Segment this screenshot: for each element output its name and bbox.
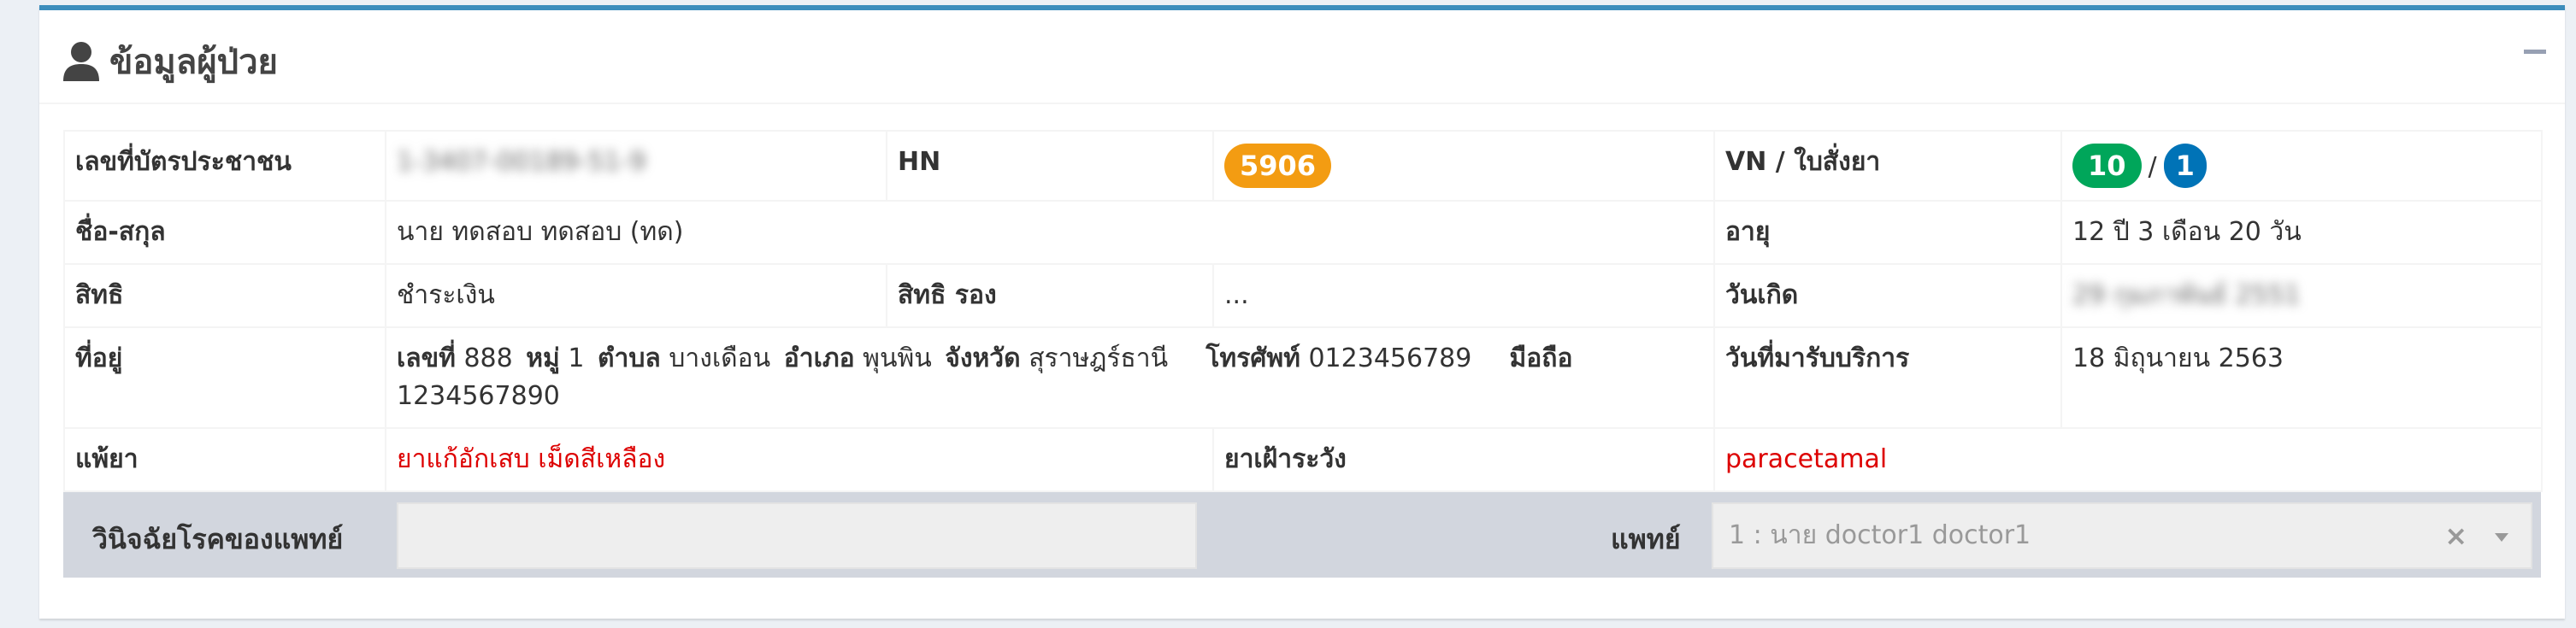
minus-icon[interactable] [2524, 50, 2546, 54]
diagnosis-label: วินิจฉัยโรคของแพทย์ [92, 523, 344, 555]
tambon: บางเดือน [669, 343, 771, 373]
table-row: เลขที่บัตรประชาชน 1-3407-00189-51-9 HN 5… [63, 130, 2543, 202]
allergy-label: แพ้ยา [63, 427, 386, 492]
diagnosis-row: วินิจฉัยโรคของแพทย์ แพทย์ 1 : นาย doctor… [63, 492, 2541, 578]
service-date-label: วันที่มารับบริการ [1713, 326, 2062, 429]
patient-info-table: เลขที่บัตรประชาชน 1-3407-00189-51-9 HN 5… [63, 130, 2543, 492]
doctor-select[interactable]: 1 : นาย doctor1 doctor1 × [1712, 502, 2532, 569]
birthdate-text: 29 กุมภาพันธ์ 2551 [2072, 280, 2301, 310]
table-row: สิทธิ ชำระเงิน สิทธิ รอง ... วันเกิด 29 … [63, 263, 2543, 328]
caution-drug-label: ยาเฝ้าระวัง [1212, 427, 1715, 492]
user-icon [63, 42, 99, 81]
phone-label: โทรศัพท์ [1205, 343, 1300, 373]
address-label: ที่อยู่ [63, 326, 386, 429]
amphoe: พุนพิน [863, 343, 932, 373]
table-row: แพ้ยา ยาแก้อักเสบ เม็ดสีเหลือง ยาเฝ้าระว… [63, 427, 2543, 492]
province-label: จังหวัด [945, 343, 1021, 373]
name-value: นาย ทดสอบ ทดสอบ (ทด) [385, 200, 1715, 265]
vn-separator: / [2148, 152, 2157, 182]
panel-title-text: ข้อมูลผู้ป่วย [109, 43, 278, 82]
secondary-right-label: สิทธิ รอง [886, 263, 1214, 328]
chevron-down-icon[interactable] [2495, 533, 2508, 542]
clear-icon[interactable]: × [2444, 504, 2467, 567]
secondary-right-value: ... [1212, 263, 1715, 328]
right-label: สิทธิ [63, 263, 386, 328]
province: สุราษฎร์ธานี [1029, 343, 1169, 373]
caution-drug-value: paracetamal [1713, 427, 2543, 492]
patient-info-panel: ข้อมูลผู้ป่วย เลขที่บัตรประชาชน 1-3407-0… [39, 5, 2565, 619]
house-no: 888 [463, 343, 513, 373]
citizen-id-text: 1-3407-00189-51-9 [397, 147, 646, 177]
house-no-label: เลขที่ [397, 343, 456, 373]
mobile: 1234567890 [397, 381, 560, 411]
citizen-id-label: เลขที่บัตรประชาชน [63, 130, 386, 202]
moo-label: หมู่ [526, 343, 560, 373]
table-row: ชื่อ-สกุล นาย ทดสอบ ทดสอบ (ทด) อายุ 12 ป… [63, 200, 2543, 265]
vn-label: VN / ใบสั่งยา [1713, 130, 2062, 202]
doctor-selected-value: 1 : นาย doctor1 doctor1 [1729, 520, 2031, 550]
amphoe-label: อำเภอ [783, 343, 855, 373]
tambon-label: ตำบล [598, 343, 661, 373]
hn-label: HN [886, 130, 1214, 202]
diagnosis-input[interactable] [397, 502, 1197, 569]
panel-body: เลขที่บัตรประชาชน 1-3407-00189-51-9 HN 5… [63, 130, 2543, 578]
panel-header: ข้อมูลผู้ป่วย [39, 10, 2565, 104]
age-value: 12 ปี 3 เดือน 20 วัน [2060, 200, 2543, 265]
right-value: ชำระเงิน [385, 263, 887, 328]
vn-badge: 10 [2072, 144, 2142, 188]
hn-badge: 5906 [1224, 144, 1332, 188]
address-value: เลขที่ 888 หมู่ 1 ตำบล บางเดือน อำเภอ พุ… [385, 326, 1715, 429]
allergy-value: ยาแก้อักเสบ เม็ดสีเหลือง [385, 427, 1214, 492]
birthdate-value: 29 กุมภาพันธ์ 2551 [2060, 263, 2543, 328]
prescription-badge: 1 [2163, 144, 2207, 188]
vn-cell: 10/1 [2060, 130, 2543, 202]
doctor-label: แพทย์ [1611, 523, 1681, 555]
age-label: อายุ [1713, 200, 2062, 265]
moo: 1 [568, 343, 585, 373]
panel-title: ข้อมูลผู้ป่วย [62, 34, 278, 89]
service-date-value: 18 มิถุนายน 2563 [2060, 326, 2543, 429]
hn-cell: 5906 [1212, 130, 1715, 202]
table-row: ที่อยู่ เลขที่ 888 หมู่ 1 ตำบล บางเดือน … [63, 326, 2543, 429]
mobile-label: มือถือ [1509, 343, 1573, 373]
citizen-id-value: 1-3407-00189-51-9 [385, 130, 887, 202]
birthdate-label: วันเกิด [1713, 263, 2062, 328]
phone: 0123456789 [1308, 343, 1472, 373]
name-label: ชื่อ-สกุล [63, 200, 386, 265]
